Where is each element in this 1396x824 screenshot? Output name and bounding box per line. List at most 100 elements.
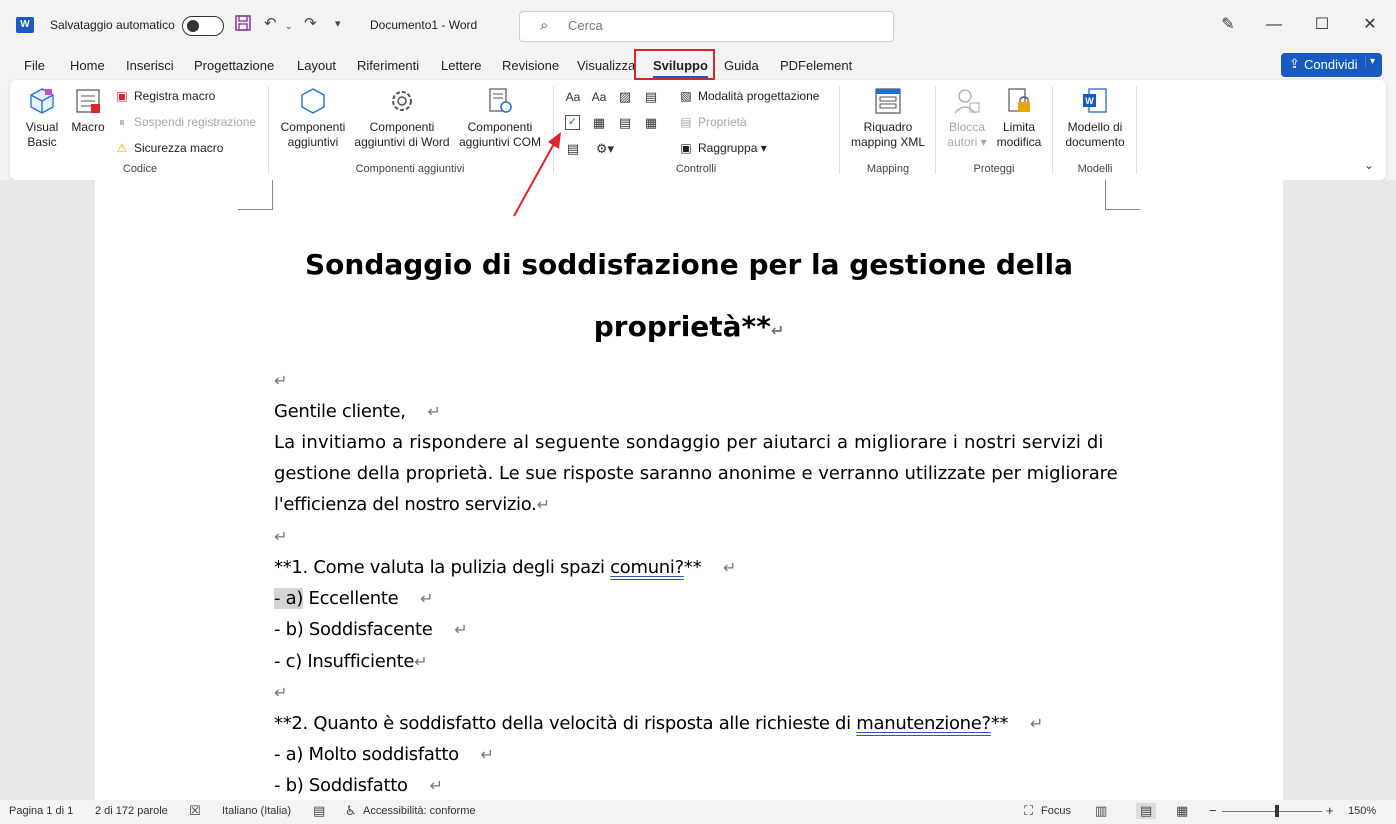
paragraph-mark: ↵ [454,620,468,639]
zoom-slider-thumb[interactable] [1275,805,1279,817]
plain-text-control-icon[interactable]: Aa [591,89,607,105]
search-box[interactable]: ⌕ [519,11,894,42]
accessibility-status[interactable]: Accessibilità: conforme [363,805,476,817]
visual-basic-icon [30,88,54,114]
visual-basic-label-2: Basic [27,135,57,149]
tab-layout[interactable]: Layout [297,58,336,73]
tab-home[interactable]: Home [70,58,105,73]
paragraph-mark: ↵ [414,652,428,671]
customize-toolbar-icon[interactable]: ▾ [335,14,341,34]
empty-paragraph: ↵ [274,682,287,703]
proprieta-button[interactable]: ▤ Proprietà [678,115,747,129]
tab-lettere[interactable]: Lettere [441,58,481,73]
sicurezza-macro-button[interactable]: ⚠ Sicurezza macro [114,141,224,155]
date-picker-control-icon[interactable]: ▦ [643,115,659,131]
chevron-down-icon[interactable]: ▾ [1365,56,1375,67]
focus-button[interactable]: Focus [1041,805,1071,817]
blocca-autori-button[interactable]: Blocca autori ▾ [942,86,992,150]
read-mode-icon[interactable]: ▥ [1095,803,1107,819]
componenti-aggiuntivi-button[interactable]: Componenti aggiuntivi [274,86,352,150]
selected-text[interactable]: - a) [274,588,303,609]
page-count[interactable]: Pagina 1 di 1 [9,805,73,817]
rich-text-control-icon[interactable]: Aa [565,89,581,105]
combo-box-control-icon[interactable]: ▦ [591,115,607,131]
group-label-proteggi: Proteggi [973,163,1015,175]
tab-progettazione[interactable]: Progettazione [194,58,274,73]
tab-guida[interactable]: Guida [724,58,759,73]
componenti-word-button[interactable]: Componenti aggiuntivi di Word [350,86,454,150]
macro-button[interactable]: Macro [68,86,108,135]
registra-macro-label: Registra macro [134,89,216,103]
tab-highlight-box [634,49,715,80]
sospendi-label: Sospendi registrazione [134,115,257,129]
accessibility-icon: ♿ [345,803,357,818]
modalita-label: Modalità progettazione [698,89,820,103]
web-layout-icon[interactable]: ▦ [1176,803,1188,819]
picture-control-icon[interactable]: ▨ [617,89,633,105]
modello-label-2: documento [1065,135,1125,149]
group-label-codice: Codice [122,163,158,175]
save-icon[interactable] [234,14,252,38]
undo-icon[interactable]: ↶ [264,14,277,34]
separator [1052,86,1053,174]
sicurezza-label: Sicurezza macro [134,141,224,155]
designer-icon[interactable]: ✎ [1213,13,1243,37]
autosave-toggle[interactable] [182,16,224,36]
zoom-in-button[interactable]: + [1326,803,1334,818]
share-button[interactable]: ⇪ Condividi ▾ [1281,53,1382,77]
modello-documento-button[interactable]: W Modello di documento [1059,86,1131,150]
q1-b-text: - b) Soddisfacente [274,619,433,640]
riquadro-label-1: Riquadro [863,120,913,134]
riquadro-mapping-xml-button[interactable]: Riquadro mapping XML [846,86,930,150]
q1-option-a: - a) Eccellente ↵ [274,588,433,609]
tab-inserisci[interactable]: Inserisci [126,58,174,73]
limita-label-1: Limita [1002,120,1035,134]
modalita-progettazione-button[interactable]: ▧ Modalità progettazione [678,89,819,103]
tab-visualizza[interactable]: Visualizza [577,58,635,73]
legacy-tools-icon[interactable]: ⚙▾ [591,141,619,157]
heading-text: proprietà** [593,310,771,343]
q2-underlined-word[interactable]: manutenzione? [856,713,991,734]
tab-pdfelement[interactable]: PDFelement [780,58,852,73]
paragraph-mark: ↵ [274,371,288,390]
maximize-icon[interactable]: ☐ [1307,13,1337,37]
macro-icon [76,89,100,113]
search-icon: ⌕ [540,17,549,34]
raggruppa-button[interactable]: ▣ Raggruppa ▾ [678,141,766,155]
paragraph-mark: ↵ [480,745,494,764]
print-layout-icon[interactable]: ▤ [1136,803,1157,819]
sospendi-registrazione-button[interactable]: ⏸ Sospendi registrazione [114,115,256,130]
zoom-slider[interactable] [1222,811,1322,812]
q1-underlined-word[interactable]: comuni? [610,557,684,578]
undo-dropdown-icon[interactable]: ⌄ [285,16,293,36]
pause-icon: ⏸ [118,115,125,129]
record-macro-icon: ▣ [116,89,128,103]
language[interactable]: Italiano (Italia) [222,805,291,817]
proprieta-label: Proprietà [698,115,747,129]
minimize-icon[interactable]: — [1259,13,1289,37]
limita-modifica-button[interactable]: Limita modifica [994,86,1044,150]
text-predictions-icon[interactable]: ▤ [313,803,325,819]
zoom-level[interactable]: 150% [1348,805,1376,817]
building-block-control-icon[interactable]: ▤ [643,89,659,105]
intro-text: l'efficienza del nostro servizio. [274,494,537,515]
visual-basic-button[interactable]: Visual Basic [20,86,64,150]
group-label-mapping: Mapping [866,163,910,175]
close-icon[interactable]: ✕ [1355,13,1385,37]
comp-2-label-a: Componenti [369,120,435,134]
tab-file[interactable]: File [24,58,45,73]
document-page[interactable]: Sondaggio di soddisfazione per la gestio… [95,180,1283,800]
zoom-out-button[interactable]: − [1209,803,1217,818]
registra-macro-button[interactable]: ▣ Registra macro [114,89,215,103]
proofing-icon[interactable]: ☒ [189,803,201,819]
word-count[interactable]: 2 di 172 parole [95,805,168,817]
tab-revisione[interactable]: Revisione [502,58,559,73]
redo-icon[interactable]: ↷ [304,14,317,34]
salutation-text: Gentile cliente, ↵ [274,401,441,422]
q1-option-c: - c) Insufficiente↵ [274,651,428,672]
dropdown-list-control-icon[interactable]: ▤ [617,115,633,131]
search-input[interactable] [568,18,868,33]
tab-riferimenti[interactable]: Riferimenti [357,58,419,73]
ribbon-collapse-icon[interactable]: ⌄ [1364,158,1374,172]
q1-a-text: Eccellente [303,588,399,609]
